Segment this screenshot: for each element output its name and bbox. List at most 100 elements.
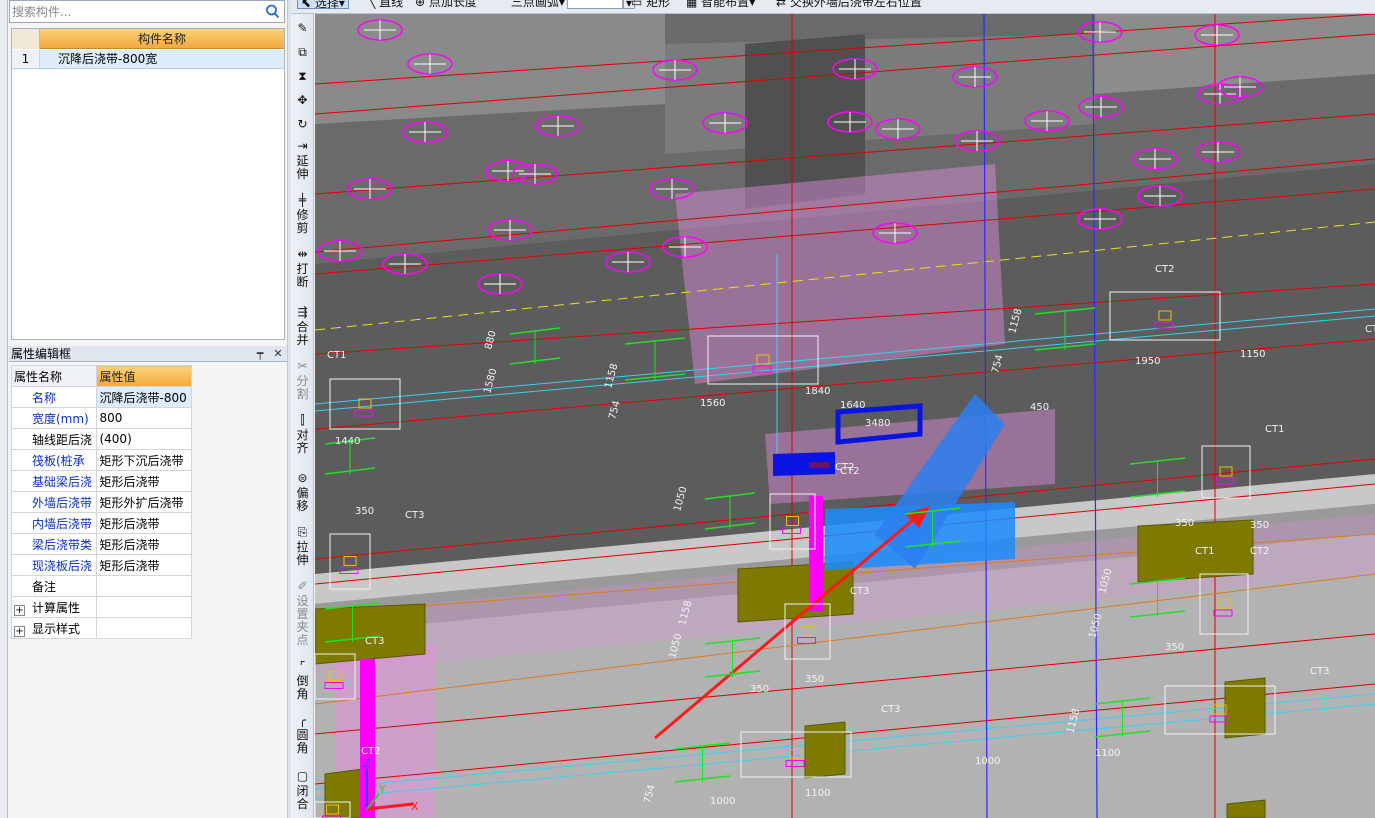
expand-icon[interactable]: + (14, 604, 25, 616)
property-value[interactable]: (400) (96, 428, 192, 450)
break-button[interactable]: ⇹ 打断 (293, 248, 312, 289)
property-name: 备注 (10, 575, 98, 597)
property-value[interactable] (96, 575, 192, 597)
stretch-button[interactable]: ⎘ 拉伸 (293, 526, 312, 567)
viewport-label: CT3 (365, 636, 384, 647)
axis-label-y: Y (378, 783, 386, 796)
rotate-icon[interactable]: ↻ (293, 118, 312, 131)
property-group-row[interactable]: + 计算属性 (10, 596, 192, 618)
property-row[interactable]: 外墙后浇带 矩形外扩后浇带 (10, 491, 192, 513)
property-row[interactable]: 宽度(mm) 800 (10, 407, 192, 429)
property-row[interactable]: 基础梁后浇 矩形后浇带 (10, 470, 192, 492)
property-value[interactable]: 矩形外扩后浇带 (96, 491, 192, 513)
arc-parameter-combo[interactable] (567, 0, 623, 9)
properties-header-row: 属性名称 属性值 (10, 365, 192, 387)
property-group-row[interactable]: + 显示样式 (10, 617, 192, 639)
viewport-label: 1000 (710, 796, 735, 807)
pile-marker (477, 273, 523, 295)
property-value[interactable]: 矩形后浇带 (96, 512, 192, 534)
fillet-button[interactable]: ╭ 圆角 (293, 714, 312, 755)
component-name[interactable]: 沉降后浇带-800宽 (40, 50, 284, 68)
grid-icon: ▦ (686, 0, 698, 9)
copy-icon[interactable]: ⧉ (293, 46, 312, 59)
blue-selection-core (809, 462, 829, 468)
property-row[interactable]: 内墙后浇带 矩形后浇带 (10, 512, 192, 534)
property-group-value (96, 617, 192, 639)
property-value[interactable]: 矩形后浇带 (96, 554, 192, 576)
pile-marker (872, 222, 918, 244)
offset-button[interactable]: ⊜ 偏移 (293, 472, 312, 513)
chamfer-button[interactable]: ⌜ 倒角 (293, 660, 312, 701)
three-point-arc-button[interactable]: ⌒ 三点画弧▾ (495, 0, 565, 9)
viewport-label: 1100 (805, 788, 830, 799)
close-icon[interactable]: ✕ (271, 347, 285, 361)
property-group-value (96, 596, 192, 618)
property-row[interactable]: 梁后浇带类 矩形后浇带 (10, 533, 192, 555)
viewport-label: 1950 (1135, 356, 1160, 367)
drawing-viewport[interactable]: Z Y X CT1 CT2 CT3 CT1 CT2 CT3 CT3 CT2 CT1 CT3 CT2 C… (315, 14, 1375, 818)
property-row[interactable]: 备注 (10, 575, 192, 597)
point-length-button[interactable]: ⊕ 点加长度 (415, 0, 477, 9)
property-row[interactable]: 名称 沉降后浇带-800 (10, 386, 192, 408)
swap-wall-band-button[interactable]: ⇄ 交换外墙后浇带左右位置 (776, 0, 922, 9)
viewport-label: CT3 (405, 510, 424, 521)
viewport-label: 1100 (1095, 748, 1120, 759)
component-row[interactable]: 1 沉降后浇带-800宽 (12, 50, 284, 69)
cursor-icon: ⬉ (301, 0, 312, 10)
row-number: 1 (12, 50, 40, 68)
align-button[interactable]: ⫿ 对齐 (293, 414, 312, 455)
select-button[interactable]: ⬉ 选择▾ (297, 0, 349, 10)
close-shape-button[interactable]: ▢ 闭合 (293, 770, 312, 811)
pile-marker (402, 121, 448, 143)
search-box (9, 0, 285, 23)
property-value[interactable]: 800 (96, 407, 192, 429)
property-row[interactable]: 轴线距后浇 (400) (10, 428, 192, 450)
move-icon[interactable]: ✥ (293, 94, 312, 107)
smart-layout-button[interactable]: ▦ 智能布置▾ (686, 0, 755, 9)
property-value[interactable]: 沉降后浇带-800 (96, 386, 192, 408)
property-row[interactable]: 现浇板后浇 矩形后浇带 (10, 554, 192, 576)
search-icon[interactable] (263, 2, 283, 21)
pile-marker (487, 219, 533, 241)
pile-marker (1077, 208, 1123, 230)
property-row[interactable]: 筏板(桩承 矩形下沉后浇带 (10, 449, 192, 471)
search-input[interactable] (12, 3, 258, 20)
pile-marker (317, 240, 363, 262)
pile-marker (662, 236, 708, 258)
pile-marker (535, 115, 581, 137)
three-point-arc-label: 三点画弧 (510, 0, 559, 9)
viewport-label: CT2 (1155, 264, 1174, 275)
pile-marker (1132, 148, 1178, 170)
expand-icon[interactable]: + (14, 625, 25, 637)
extend-button[interactable]: ⇥ 延伸 (293, 140, 312, 181)
viewport-label: 1640 (840, 400, 865, 411)
property-value[interactable]: 矩形后浇带 (96, 470, 192, 492)
merge-label: 合并 (296, 320, 309, 347)
line-button[interactable]: ╲ 直线 (368, 0, 403, 9)
align-label: 对齐 (296, 428, 309, 455)
pile-marker (1024, 110, 1070, 132)
cad-canvas[interactable]: Z Y X CT1 CT2 CT3 CT1 CT2 CT3 CT3 CT2 CT1 CT3 CT2 C… (315, 14, 1375, 818)
property-value[interactable]: 矩形后浇带 (96, 533, 192, 555)
property-value[interactable]: 矩形下沉后浇带 (96, 449, 192, 471)
pile-marker (407, 53, 453, 75)
mirror-icon[interactable]: ⧗ (293, 70, 312, 83)
split-button[interactable]: ✂ 分割 (293, 360, 312, 401)
properties-table: 属性名称 属性值 名称 沉降后浇带-800 宽度(mm) 800 轴线距后浇 (… (10, 365, 192, 639)
pile-marker (1217, 76, 1263, 98)
set-grip-button[interactable]: ✐ 设置夹点 (293, 580, 312, 647)
brush-icon[interactable]: ✎ (293, 22, 312, 35)
merge-button[interactable]: ⇶ 合并 (293, 306, 312, 347)
property-group[interactable]: + 显示样式 (10, 617, 98, 639)
pile-marker (485, 160, 531, 182)
pile-marker (1194, 24, 1240, 46)
close-shape-label: 闭合 (296, 784, 309, 811)
viewport-label: 1840 (805, 386, 830, 397)
pile-marker (952, 66, 998, 88)
property-group[interactable]: + 计算属性 (10, 596, 98, 618)
trim-button[interactable]: ╪ 修剪 (293, 194, 312, 235)
rectangle-button[interactable]: ▭ 矩形 (631, 0, 670, 9)
component-name-header[interactable]: 构件名称 (40, 29, 284, 49)
viewport-label: 350 (750, 684, 769, 695)
add-circle-icon: ⊕ (415, 0, 426, 9)
